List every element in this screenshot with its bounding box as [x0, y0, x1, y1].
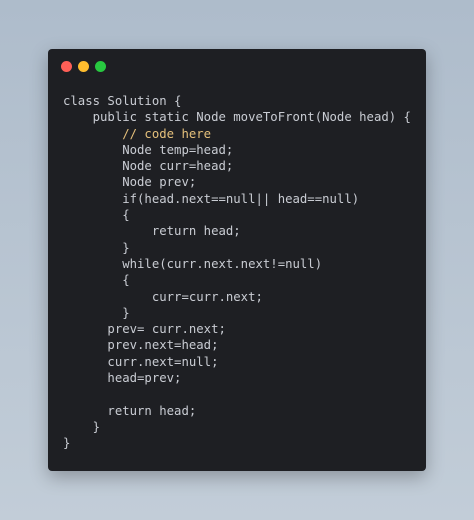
code-line: Node prev; [63, 175, 197, 190]
code-line: } [63, 436, 71, 451]
code-line: Node temp=head; [63, 142, 234, 157]
code-line: } [63, 419, 101, 434]
code-line: // code here [63, 126, 212, 141]
code-line: { [63, 208, 130, 223]
code-line: curr.next=null; [63, 354, 219, 369]
minimize-button[interactable] [78, 61, 89, 72]
code-line: public static Node moveToFront(Node head… [63, 110, 411, 125]
code-line: } [63, 240, 130, 255]
code-line: prev.next=head; [63, 338, 219, 353]
window-controls [61, 61, 106, 72]
code-line: Node curr=head; [63, 159, 234, 174]
code-line: { [63, 273, 130, 288]
code-line: curr=curr.next; [63, 289, 263, 304]
code-line: return head; [63, 403, 197, 418]
code-line: prev= curr.next; [63, 322, 226, 337]
maximize-button[interactable] [95, 61, 106, 72]
code-block: class Solution { public static Node move… [63, 93, 411, 452]
code-line: return head; [63, 224, 241, 239]
code-line: while(curr.next.next!=null) [63, 256, 323, 271]
close-button[interactable] [61, 61, 72, 72]
code-line: } [63, 305, 130, 320]
code-line: class Solution { [63, 94, 182, 108]
code-line: head=prev; [63, 371, 182, 386]
code-line: if(head.next==null|| head==null) [63, 191, 360, 206]
code-window: class Solution { public static Node move… [48, 49, 426, 471]
